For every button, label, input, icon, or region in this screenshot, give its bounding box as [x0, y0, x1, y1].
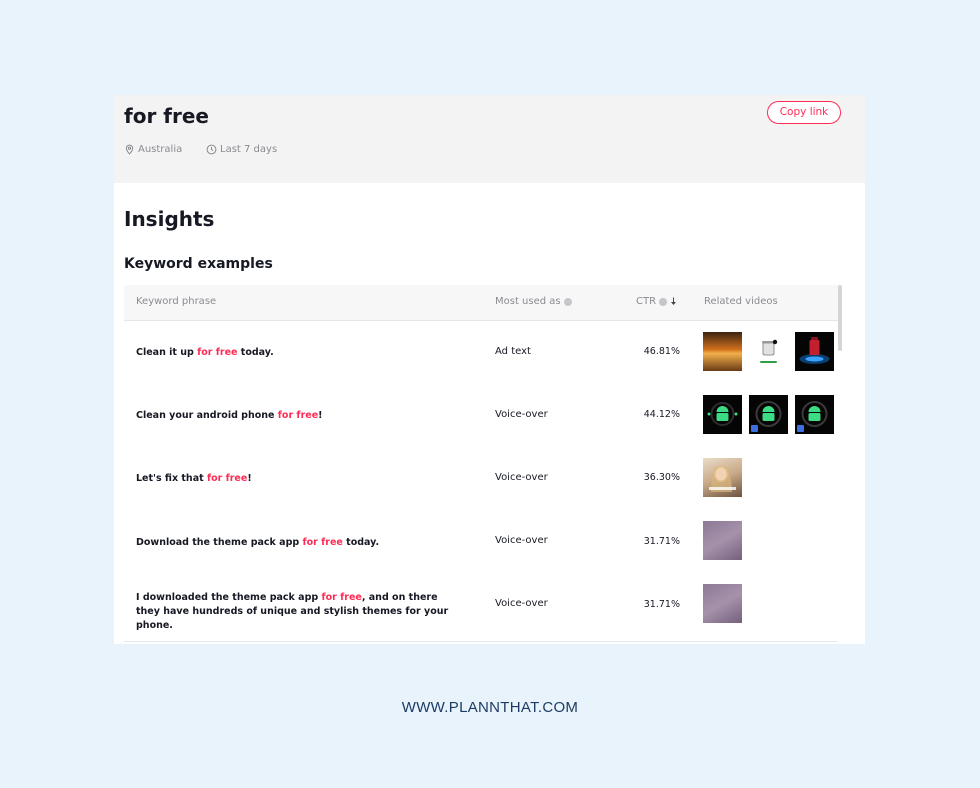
column-header-most-used-as: Most used as — [495, 296, 572, 307]
most-used-as: Voice-over — [495, 409, 548, 420]
video-thumbnail[interactable] — [703, 584, 742, 623]
most-used-as: Voice-over — [495, 472, 548, 483]
video-thumbnail[interactable] — [703, 458, 742, 497]
keyword-phrase: Let's fix that for free! — [136, 472, 456, 486]
phrase-highlight: for free — [321, 592, 362, 603]
phrase-text: Clean your android phone — [136, 410, 278, 421]
table-row[interactable]: Clean your android phone for free! Voice… — [124, 384, 838, 447]
related-videos — [703, 521, 742, 560]
location-filter[interactable]: Australia — [124, 144, 182, 155]
table-row[interactable]: Download the theme pack app for free tod… — [124, 510, 838, 573]
copy-link-button[interactable]: Copy link — [767, 101, 841, 124]
column-header-related-videos: Related videos — [704, 296, 778, 307]
most-used-as: Ad text — [495, 346, 531, 357]
checkbox-icon — [797, 425, 804, 432]
most-used-as: Voice-over — [495, 598, 548, 609]
phrase-text: today. — [237, 347, 274, 358]
keyword-phrase: I downloaded the theme pack app for free… — [136, 591, 456, 633]
keyword-examples-table: Keyword phrase Most used as CTR Related … — [124, 285, 838, 644]
ctr-value: 31.71% — [643, 536, 680, 547]
info-icon[interactable] — [563, 297, 572, 306]
table-header: Keyword phrase Most used as CTR Related … — [124, 285, 838, 321]
most-used-as: Voice-over — [495, 535, 548, 546]
video-thumbnail[interactable] — [749, 332, 788, 371]
video-thumbnail[interactable] — [703, 395, 742, 434]
phone-glow-icon — [799, 337, 830, 364]
keyword-phrase: Download the theme pack app for free tod… — [136, 536, 456, 550]
column-label: CTR — [636, 296, 657, 307]
column-header-ctr[interactable]: CTR — [636, 296, 677, 307]
ctr-value: 36.30% — [643, 472, 680, 483]
video-thumbnail[interactable] — [749, 395, 788, 434]
period-label: Last 7 days — [220, 144, 278, 155]
info-icon[interactable] — [659, 297, 668, 306]
trash-can-icon — [760, 339, 778, 363]
related-videos — [703, 458, 742, 497]
phrase-highlight: for free — [206, 473, 248, 484]
location-pin-icon — [124, 144, 135, 155]
location-label: Australia — [138, 144, 183, 155]
phrase-text: ! — [247, 473, 252, 484]
related-videos — [703, 395, 834, 434]
clock-icon — [206, 144, 217, 155]
video-thumbnail[interactable] — [703, 521, 742, 560]
phrase-highlight: for free — [302, 537, 343, 548]
table-scrollbar[interactable] — [838, 285, 842, 351]
related-videos — [703, 332, 834, 371]
phrase-text: Let's fix that — [136, 473, 207, 484]
keyword-header: for free Copy link Australia Last 7 days — [114, 95, 865, 183]
sort-down-icon[interactable] — [670, 297, 677, 306]
android-icon — [707, 402, 738, 426]
ctr-value: 46.81% — [643, 346, 680, 357]
phrase-text: Clean it up — [136, 347, 198, 358]
column-label: Keyword phrase — [136, 296, 217, 307]
ctr-value: 44.12% — [643, 409, 680, 420]
checkbox-icon — [751, 425, 758, 432]
table-row[interactable]: Clean it up for free today. Ad text 46.8… — [124, 321, 838, 384]
insights-title: Insights — [124, 207, 215, 231]
phrase-highlight: for free — [197, 347, 238, 358]
column-header-phrase: Keyword phrase — [136, 296, 216, 307]
phrase-text: I downloaded the theme pack app — [136, 592, 322, 603]
table-bottom-divider — [124, 641, 838, 642]
table-row[interactable]: Let's fix that for free! Voice-over 36.3… — [124, 447, 838, 510]
page-title: for free — [124, 104, 209, 128]
table-row[interactable]: I downloaded the theme pack app for free… — [124, 573, 838, 636]
column-label: Related videos — [704, 296, 778, 307]
keyword-phrase: Clean your android phone for free! — [136, 409, 456, 423]
phrase-text: today. — [342, 537, 380, 548]
period-filter[interactable]: Last 7 days — [206, 144, 277, 155]
phrase-highlight: for free — [277, 410, 319, 421]
phrase-text: ! — [318, 410, 323, 421]
keyword-examples-title: Keyword examples — [124, 256, 273, 272]
related-videos — [703, 584, 742, 623]
column-label: Most used as — [495, 296, 561, 307]
person-image-icon — [709, 465, 736, 492]
keyword-insights-card: for free Copy link Australia Last 7 days… — [114, 95, 865, 644]
video-thumbnail[interactable] — [703, 332, 742, 371]
phrase-text: Download the theme pack app — [136, 537, 303, 548]
video-thumbnail[interactable] — [795, 395, 834, 434]
footer-url: WWW.PLANNTHAT.COM — [401, 699, 579, 716]
video-thumbnail[interactable] — [795, 332, 834, 371]
keyword-phrase: Clean it up for free today. — [136, 346, 456, 360]
ctr-value: 31.71% — [643, 599, 680, 610]
